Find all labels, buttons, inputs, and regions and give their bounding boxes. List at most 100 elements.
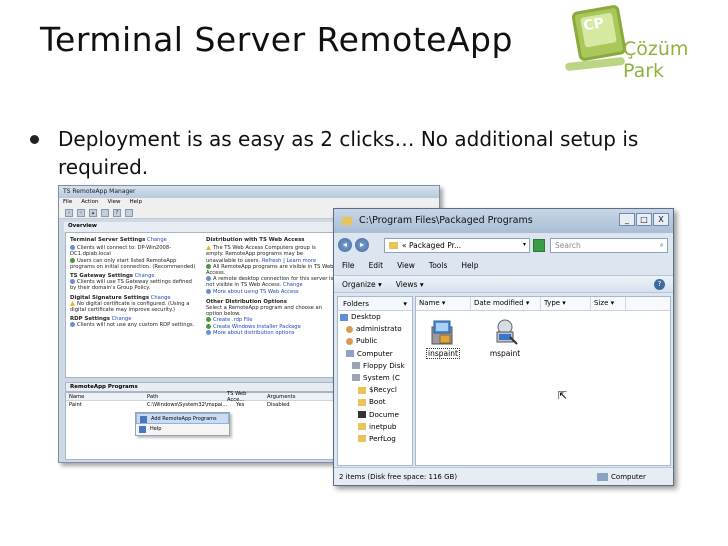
back-icon[interactable]: ‹ [65, 209, 73, 217]
computer-icon [597, 472, 609, 481]
user-folder-icon [346, 337, 353, 345]
menu-tools[interactable]: Tools [429, 261, 447, 271]
signature-change-link[interactable]: Change [151, 295, 171, 301]
overview-header: Overview [64, 222, 334, 232]
bullet-text: Deployment is as easy as 2 clicks… No ad… [58, 127, 639, 179]
tree-item-desktop[interactable]: Desktop [338, 311, 412, 323]
create-msi-link[interactable]: Create Windows Installer Package [213, 324, 301, 330]
menu-edit[interactable]: Edit [369, 261, 384, 271]
window-title: TS RemoteApp Manager [59, 186, 439, 198]
folders-pane: Folders ▾ Desktop administrato Public Co… [337, 296, 413, 466]
search-input[interactable]: Search ⌕ [550, 237, 668, 253]
tree-item-perflogs[interactable]: PerfLog [338, 433, 412, 445]
menu-action[interactable]: Action [81, 199, 98, 207]
bullet-item: Deployment is as easy as 2 clicks… No ad… [30, 125, 700, 181]
rdp-change-link[interactable]: Change [112, 316, 132, 322]
check-icon [206, 263, 211, 269]
computer-icon [346, 350, 354, 358]
file-item-mspaint[interactable]: mspaint [484, 317, 526, 358]
col-web-access[interactable]: TS Web Acce... [224, 391, 264, 403]
tree-item-public[interactable]: Public [338, 335, 412, 347]
tree-item-computer[interactable]: Computer [338, 348, 412, 360]
other-options-text: Select a RemoteApp program and choose an… [206, 305, 322, 318]
tree-item-inetpub[interactable]: inetpub [338, 421, 412, 433]
address-bar[interactable]: « Packaged Pr... ▾ [384, 237, 530, 253]
distribution-text2: All RemoteApp programs are visible in TS… [206, 263, 334, 277]
forward-icon[interactable]: › [77, 209, 85, 217]
gateway-change-link[interactable]: Change [135, 273, 155, 279]
info-icon [70, 279, 75, 285]
help-icon[interactable]: ? [113, 209, 121, 217]
folder-icon [358, 386, 366, 394]
row-arguments: Disabled [267, 402, 290, 408]
ts-settings-change-link[interactable]: Change [147, 237, 167, 243]
learn-more-link[interactable]: Learn more [286, 258, 316, 264]
properties-icon[interactable] [101, 209, 109, 217]
col-size[interactable]: Size ▾ [591, 297, 626, 310]
msi-icon [206, 323, 211, 329]
tree-item-system[interactable]: System (C [338, 372, 412, 384]
status-computer: Computer [597, 472, 646, 481]
create-rdp-link[interactable]: Create .rdp File [213, 317, 253, 323]
more-web-access-link[interactable]: More about using TS Web Access [213, 289, 299, 295]
signature-text: No digital certificate is configured. (U… [70, 300, 190, 314]
help-menu-item[interactable]: Help [136, 424, 229, 435]
check-icon [70, 257, 75, 263]
explorer-window[interactable]: C:\Program Files\Packaged Programs _ □ X… [333, 208, 674, 486]
ts-settings-text: Clients will connect to: DP-Win2008-DC1.… [70, 245, 172, 258]
chevron-down-icon[interactable]: ▾ [523, 241, 526, 248]
paint-program-icon [490, 317, 520, 347]
mouse-cursor-icon: ⇱ [558, 389, 568, 402]
col-arguments[interactable]: Arguments [264, 394, 314, 400]
menu-file[interactable]: File [63, 199, 72, 207]
menu-help[interactable]: Help [130, 199, 143, 207]
more-distribution-link[interactable]: More about distribution options [213, 330, 294, 336]
help-icon[interactable]: ? [654, 278, 665, 290]
col-path[interactable]: Path [144, 394, 224, 400]
user-folder-icon [346, 325, 353, 333]
menu-view[interactable]: View [397, 261, 415, 271]
folder-icon [342, 216, 352, 225]
search-icon[interactable]: ⌕ [660, 240, 664, 250]
tree-item-documents[interactable]: Docume [338, 409, 412, 421]
row-path: C:\Windows\System32\mspai... [147, 402, 228, 408]
distribution-text3: A remote desktop connection for this ser… [206, 276, 334, 289]
tree-item-recycle[interactable]: $Recycl [338, 384, 412, 396]
refresh-link[interactable]: Refresh [262, 258, 282, 264]
ts-settings-label: Terminal Server Settings [70, 237, 146, 243]
col-date-modified[interactable]: Date modified ▾ [471, 297, 541, 310]
back-button[interactable]: ◂ [338, 238, 352, 252]
folder-icon [358, 398, 366, 406]
row-web-access: Yes [236, 402, 245, 408]
col-name[interactable]: Name ▾ [416, 297, 471, 310]
up-icon[interactable]: ▴ [89, 209, 97, 217]
signature-label: Digital Signature Settings [70, 294, 150, 301]
tree-item-boot[interactable]: Boot [338, 396, 412, 408]
address-row: ◂ ▸ « Packaged Pr... ▾ Search ⌕ [338, 235, 671, 255]
info-icon [206, 276, 211, 282]
explorer-titlebar: C:\Program Files\Packaged Programs _ □ X [334, 209, 673, 233]
help-icon [139, 426, 146, 433]
tree-item-administrator[interactable]: administrato [338, 323, 412, 335]
organize-button[interactable]: Organize ▾ [342, 280, 382, 289]
distribution-label: Distribution with TS Web Access [206, 237, 305, 243]
close-button[interactable]: X [653, 213, 669, 226]
panel-icon[interactable] [125, 209, 133, 217]
file-item-inspaint[interactable]: inspaint [422, 317, 464, 359]
col-name[interactable]: Name [66, 394, 144, 400]
minimize-button[interactable]: _ [619, 213, 635, 226]
status-text: 2 items (Disk free space: 116 GB) [339, 472, 458, 481]
col-type[interactable]: Type ▾ [541, 297, 591, 310]
tree-item-floppy[interactable]: Floppy Disk [338, 360, 412, 372]
views-button[interactable]: Views ▾ [396, 280, 424, 289]
installer-package-icon [428, 317, 458, 347]
menu-view[interactable]: View [107, 199, 120, 207]
menu-file[interactable]: File [342, 261, 355, 271]
add-remoteapp-menu-item[interactable]: Add RemoteApp Programs [136, 413, 229, 424]
distribution-change-link[interactable]: Change [283, 282, 303, 288]
forward-button[interactable]: ▸ [355, 238, 369, 252]
maximize-button[interactable]: □ [636, 213, 652, 226]
refresh-button[interactable] [533, 238, 545, 252]
menu-help[interactable]: Help [461, 261, 478, 271]
folders-header[interactable]: Folders ▾ [338, 297, 412, 311]
